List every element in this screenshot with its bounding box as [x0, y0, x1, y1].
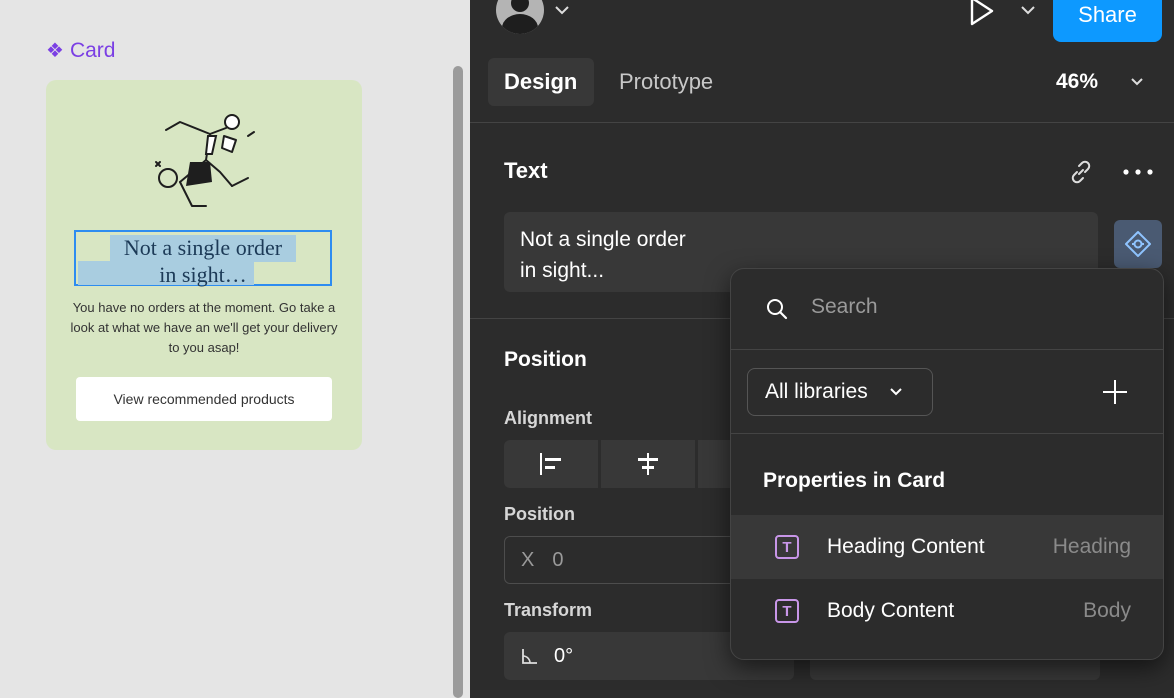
search-icon [767, 299, 788, 320]
canvas[interactable]: ❖ Card Not a single order in sight… You … [0, 0, 470, 698]
property-name: Heading Content [827, 535, 985, 558]
position-label: Position [504, 504, 575, 524]
property-type: Heading [1052, 535, 1131, 558]
align-left-icon [540, 453, 561, 475]
x-position-input[interactable]: X 0 [504, 536, 764, 584]
property-item-body-content[interactable]: T Body Content Body [731, 579, 1163, 643]
rotation-value: 0° [554, 644, 574, 667]
x-axis-label: X [521, 548, 535, 571]
search-input[interactable]: Search [811, 295, 878, 319]
text-section-title: Text [504, 158, 548, 183]
illustration [155, 114, 255, 207]
text-property-icon: T [775, 535, 799, 559]
transform-label: Transform [504, 600, 593, 620]
view-recommended-button[interactable]: View recommended products [76, 377, 332, 421]
avatar-body [502, 14, 538, 34]
divider [731, 349, 1163, 350]
link-icon[interactable] [1068, 159, 1094, 185]
apply-property-button[interactable] [1114, 220, 1162, 268]
share-button[interactable]: Share [1053, 0, 1162, 42]
card-heading-line-2: in sight… [159, 262, 247, 287]
frame-label-text: Card [69, 38, 116, 62]
card-body[interactable]: You have no orders at the moment. Go tak… [68, 298, 340, 358]
alignment-label: Alignment [504, 408, 592, 428]
text-property-icon: T [775, 599, 799, 623]
align-center-button[interactable] [601, 440, 695, 488]
property-name: Body Content [827, 599, 955, 622]
tab-design[interactable]: Design [488, 58, 594, 106]
tab-prototype[interactable]: Prototype [603, 58, 729, 106]
library-select-value: All libraries [765, 380, 868, 403]
zoom-level[interactable]: 46% [1056, 70, 1098, 94]
chevron-down-icon[interactable] [1130, 77, 1144, 87]
rotation-icon [522, 649, 537, 664]
property-picker-dropdown: Search All libraries Properties in Card … [730, 268, 1164, 660]
x-value: 0 [552, 548, 564, 571]
search-bar[interactable]: Search [731, 269, 1163, 349]
chevron-down-icon[interactable] [1020, 4, 1036, 16]
component-property-icon [1125, 231, 1151, 257]
heading-text-selection[interactable]: Not a single order in sight… [74, 230, 332, 288]
card-heading-line-1: Not a single order [123, 235, 283, 260]
divider [470, 122, 1174, 123]
plus-icon[interactable] [1100, 377, 1130, 407]
more-icon[interactable] [1122, 167, 1154, 177]
avatar-head [511, 0, 529, 12]
chevron-down-icon [889, 388, 902, 396]
text-content-line-1: Not a single order [520, 228, 686, 251]
frame-label[interactable]: ❖ Card [46, 38, 115, 63]
align-left-button[interactable] [504, 440, 598, 488]
property-type: Body [1083, 599, 1131, 622]
chevron-down-icon[interactable] [554, 4, 570, 16]
card-frame[interactable]: Not a single order in sight… You have no… [46, 80, 362, 450]
align-horizontal-center-icon [638, 453, 658, 475]
divider [731, 433, 1163, 434]
play-icon[interactable] [966, 0, 996, 26]
properties-heading: Properties in Card [763, 469, 946, 492]
position-section-title: Position [504, 348, 587, 371]
avatar[interactable] [496, 0, 544, 34]
component-icon: ❖ [46, 40, 64, 62]
property-item-heading-content[interactable]: T Heading Content Heading [731, 515, 1163, 579]
card-heading[interactable]: Not a single order in sight… [76, 232, 330, 288]
library-select[interactable]: All libraries [747, 368, 933, 416]
canvas-scrollbar[interactable] [453, 66, 463, 698]
